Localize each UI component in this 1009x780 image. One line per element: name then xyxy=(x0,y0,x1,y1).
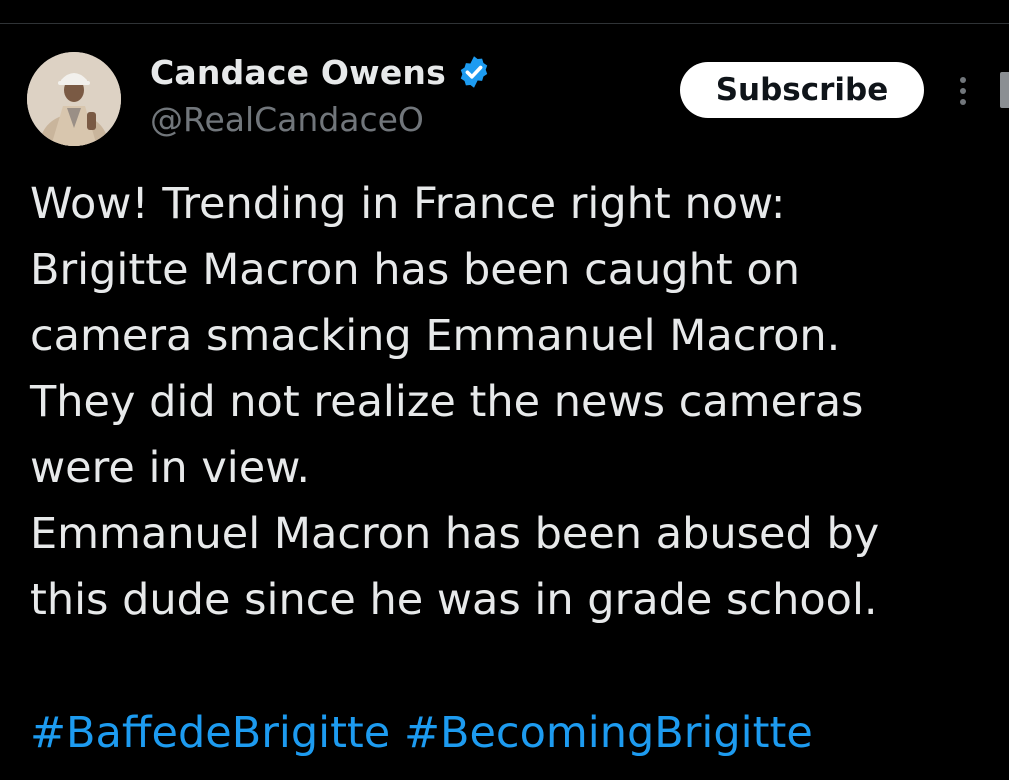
author-display-name[interactable]: Candace Owens xyxy=(150,53,446,92)
top-divider xyxy=(0,23,1009,24)
hashtag-link[interactable]: #BaffedeBrigitte xyxy=(30,708,390,758)
tweet-line: this dude since he was in grade school. xyxy=(30,575,878,625)
hashtag-link[interactable]: #BecomingBrigitte xyxy=(404,708,813,758)
tweet-line: Wow! Trending in France right now: xyxy=(30,179,786,229)
author-handle[interactable]: @RealCandaceO xyxy=(150,100,424,139)
tweet-line: Brigitte Macron has been caught on xyxy=(30,245,800,295)
vertical-ellipsis-icon[interactable] xyxy=(953,74,973,108)
tweet-line: were in view. xyxy=(30,443,311,493)
verified-badge-icon xyxy=(456,54,492,90)
subscribe-button[interactable]: Subscribe xyxy=(680,62,924,118)
tweet-line: camera smacking Emmanuel Macron. xyxy=(30,311,841,361)
author-avatar[interactable] xyxy=(27,52,121,146)
author-name-row: Candace Owens xyxy=(150,52,492,92)
tweet-hashtags: #BaffedeBrigitte #BecomingBrigitte xyxy=(30,700,813,766)
tweet-body: Wow! Trending in France right now: Brigi… xyxy=(30,171,1000,633)
tweet-line: They did not realize the news cameras xyxy=(30,377,864,427)
tweet-line: Emmanuel Macron has been abused by xyxy=(30,509,880,559)
scrollbar-edge xyxy=(1000,72,1009,108)
